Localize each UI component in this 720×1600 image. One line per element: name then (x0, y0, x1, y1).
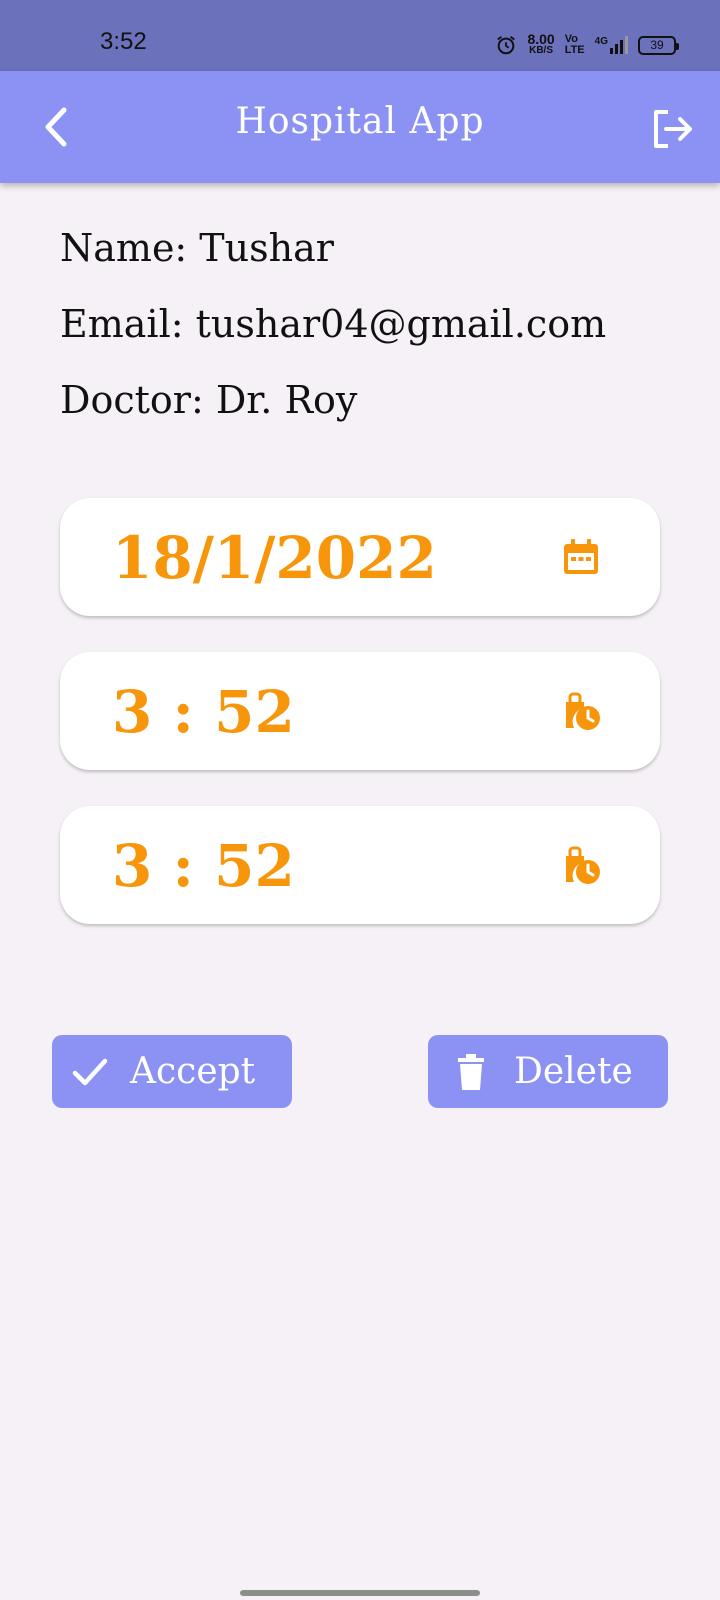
app-bar: Hospital App (0, 71, 720, 183)
end-time-value: 3 : 52 (112, 832, 295, 900)
status-icons: 8.00 KB/S Vo LTE 4G 39 (495, 30, 679, 60)
status-bar: 3:52 8.00 KB/S Vo LTE 4G 39 (0, 0, 720, 71)
clock-icon[interactable] (560, 690, 602, 732)
signal-icon: 4G (595, 36, 628, 54)
start-time-field[interactable]: 3 : 52 (60, 652, 660, 770)
calendar-icon[interactable] (560, 536, 602, 578)
volte-bottom: LTE (564, 44, 585, 56)
battery-icon: 39 (638, 35, 679, 55)
alarm-icon (497, 35, 516, 55)
network-type: 4G (594, 36, 608, 47)
page-title: Hospital App (235, 101, 485, 142)
accept-label: Accept (130, 1051, 256, 1092)
patient-email: Email: tushar04@gmail.com (60, 302, 607, 346)
logout-button[interactable] (648, 105, 696, 153)
home-indicator[interactable] (240, 1590, 480, 1596)
status-time: 3:52 (100, 28, 147, 55)
check-icon (72, 1058, 108, 1085)
date-field[interactable]: 18/1/2022 (60, 498, 660, 616)
net-speed: 8.00 KB/S (527, 31, 555, 56)
battery-level: 39 (650, 38, 664, 52)
net-speed-unit: KB/S (529, 45, 554, 56)
delete-label: Delete (514, 1051, 633, 1092)
patient-name: Name: Tushar (60, 226, 334, 270)
logout-icon (654, 110, 692, 148)
doctor-name: Doctor: Dr. Roy (60, 378, 358, 422)
date-value: 18/1/2022 (112, 524, 437, 592)
clock-icon[interactable] (560, 844, 602, 886)
delete-button[interactable]: Delete (428, 1035, 668, 1108)
end-time-field[interactable]: 3 : 52 (60, 806, 660, 924)
net-speed-value: 8.00 (527, 31, 555, 47)
start-time-value: 3 : 52 (112, 678, 295, 746)
trash-icon (458, 1053, 484, 1090)
volte-indicator: Vo LTE (565, 34, 585, 56)
patient-info: Name: Tushar Email: tushar04@gmail.com D… (60, 226, 606, 454)
accept-button[interactable]: Accept (52, 1035, 292, 1108)
